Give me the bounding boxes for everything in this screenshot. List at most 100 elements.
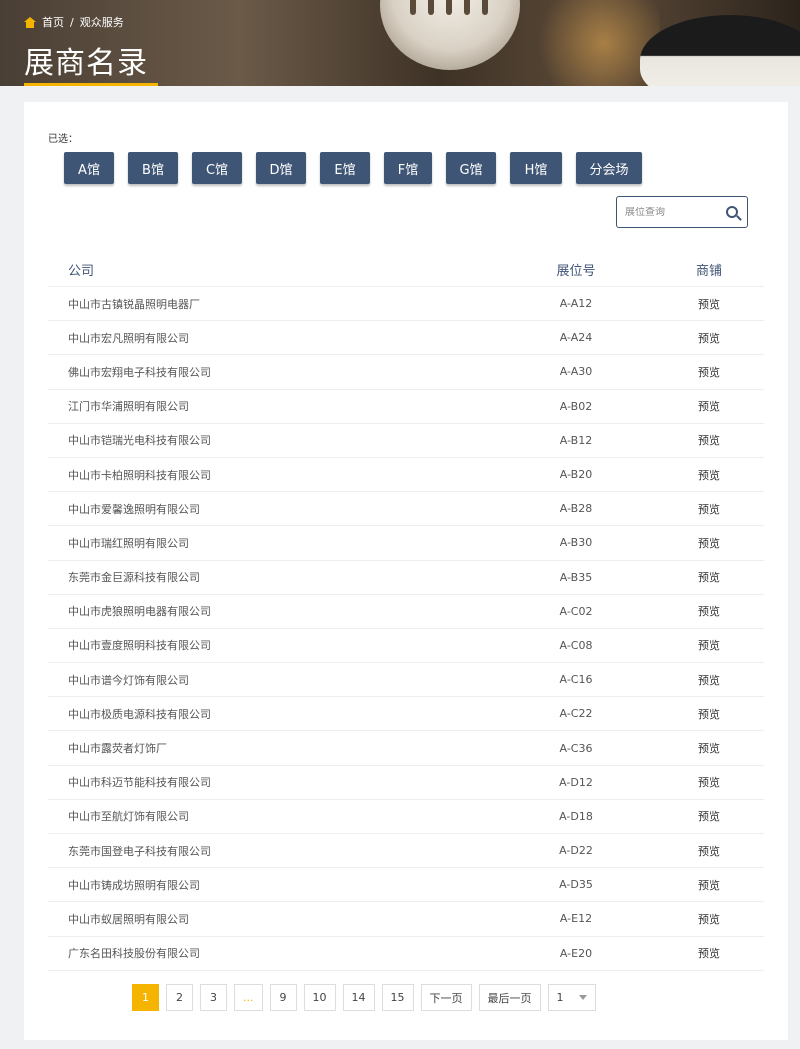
preview-link[interactable]: 预览 bbox=[634, 706, 764, 722]
preview-link[interactable]: 预览 bbox=[634, 945, 764, 961]
table-header: 公司 展位号 商铺 bbox=[48, 252, 764, 287]
selected-filter-label: 已选： bbox=[48, 134, 78, 145]
header-shop: 商铺 bbox=[695, 263, 722, 279]
preview-link[interactable]: 预览 bbox=[634, 637, 764, 653]
hall-button-e[interactable]: E馆 bbox=[320, 152, 370, 184]
company-name: 中山市蚁居照明有限公司 bbox=[68, 912, 189, 926]
exhibitor-list-card: 已选： A馆 B馆 C馆 D馆 E馆 F馆 G馆 H馆 分会场 公司 展位号 商… bbox=[24, 102, 788, 1040]
hall-button-branch[interactable]: 分会场 bbox=[576, 152, 642, 184]
preview-link[interactable]: 预览 bbox=[634, 843, 764, 859]
preview-link[interactable]: 预览 bbox=[634, 364, 764, 380]
table-row: 东莞市国登电子科技有限公司 A-D22 预览 bbox=[48, 834, 764, 869]
table-row: 中山市至航灯饰有限公司 A-D18 预览 bbox=[48, 800, 764, 834]
table-row: 江门市华浦照明有限公司 A-B02 预览 bbox=[48, 390, 764, 424]
booth-number: A-D22 bbox=[559, 844, 593, 858]
table-row: 中山市露荧者灯饰厂 A-C36 预览 bbox=[48, 731, 764, 766]
table-row: 中山市爱馨逸照明有限公司 A-B28 预览 bbox=[48, 492, 764, 527]
table-row: 中山市卡柏照明科技有限公司 A-B20 预览 bbox=[48, 458, 764, 493]
pagination: 1 2 3 ... 9 10 14 15 下一页 最后一页 1 bbox=[132, 984, 596, 1011]
breadcrumb-current[interactable]: 观众服务 bbox=[80, 14, 124, 30]
preview-link[interactable]: 预览 bbox=[634, 330, 764, 346]
preview-link[interactable]: 预览 bbox=[634, 467, 764, 483]
hall-filter-buttons: A馆 B馆 C馆 D馆 E馆 F馆 G馆 H馆 分会场 bbox=[64, 152, 642, 184]
company-name: 东莞市国登电子科技有限公司 bbox=[68, 844, 211, 858]
booth-number: A-C22 bbox=[559, 707, 593, 721]
hall-button-b[interactable]: B馆 bbox=[128, 152, 178, 184]
booth-number: A-A24 bbox=[559, 331, 593, 345]
table-row: 佛山市宏翔电子科技有限公司 A-A30 预览 bbox=[48, 355, 764, 390]
preview-link[interactable]: 预览 bbox=[634, 672, 764, 688]
company-name: 中山市铸成坊照明有限公司 bbox=[68, 878, 200, 892]
page-button-15[interactable]: 15 bbox=[381, 984, 414, 1011]
page-button-2[interactable]: 2 bbox=[166, 984, 193, 1011]
company-name: 中山市瑞红照明有限公司 bbox=[68, 536, 189, 550]
hall-button-a[interactable]: A馆 bbox=[64, 152, 114, 184]
header-company: 公司 bbox=[68, 263, 95, 279]
booth-number: A-E20 bbox=[559, 946, 593, 960]
preview-link[interactable]: 预览 bbox=[634, 398, 764, 414]
booth-number: A-B20 bbox=[559, 468, 593, 482]
table-row: 中山市科迈节能科技有限公司 A-D12 预览 bbox=[48, 766, 764, 800]
hall-button-h[interactable]: H馆 bbox=[510, 152, 562, 184]
preview-link[interactable]: 预览 bbox=[634, 296, 764, 312]
page-button-10[interactable]: 10 bbox=[303, 984, 336, 1011]
hall-button-f[interactable]: F馆 bbox=[384, 152, 432, 184]
preview-link[interactable]: 预览 bbox=[634, 603, 764, 619]
breadcrumb-separator: / bbox=[70, 15, 74, 29]
company-name: 中山市至航灯饰有限公司 bbox=[68, 810, 189, 824]
breadcrumb: 首页 / 观众服务 bbox=[24, 14, 124, 30]
banner-lamp-image bbox=[380, 0, 520, 70]
page-button-14[interactable]: 14 bbox=[342, 984, 375, 1011]
page-button-3[interactable]: 3 bbox=[200, 984, 227, 1011]
company-name: 广东名田科技股份有限公司 bbox=[68, 947, 200, 961]
hall-button-g[interactable]: G馆 bbox=[446, 152, 496, 184]
hall-button-c[interactable]: C馆 bbox=[192, 152, 242, 184]
company-name: 中山市露荧者灯饰厂 bbox=[68, 742, 167, 756]
table-row: 中山市铸成坊照明有限公司 A-D35 预览 bbox=[48, 868, 764, 903]
preview-link[interactable]: 预览 bbox=[634, 535, 764, 551]
preview-link[interactable]: 预览 bbox=[634, 501, 764, 517]
next-page-button[interactable]: 下一页 bbox=[420, 984, 472, 1011]
page-banner: 首页 / 观众服务 展商名录 bbox=[0, 0, 800, 86]
table-row: 中山市极质电源科技有限公司 A-C22 预览 bbox=[48, 697, 764, 732]
exhibitor-table: 公司 展位号 商铺 中山市古镇锐晶照明电器厂 A-A12 预览 中山市宏凡照明有限公司… bbox=[48, 252, 764, 971]
page-button-9[interactable]: 9 bbox=[269, 984, 297, 1011]
table-row: 中山市壹度照明科技有限公司 A-C08 预览 bbox=[48, 629, 764, 664]
preview-link[interactable]: 预览 bbox=[634, 740, 764, 756]
preview-link[interactable]: 预览 bbox=[634, 432, 764, 448]
hall-button-d[interactable]: D馆 bbox=[256, 152, 306, 184]
preview-link[interactable]: 预览 bbox=[634, 911, 764, 927]
booth-number: A-C08 bbox=[559, 638, 593, 652]
preview-link[interactable]: 预览 bbox=[634, 774, 764, 790]
booth-number: A-A12 bbox=[559, 297, 593, 311]
table-body: 中山市古镇锐晶照明电器厂 A-A12 预览 中山市宏凡照明有限公司 A-A24 预览 佛山市… bbox=[48, 287, 764, 971]
company-name: 中山市铠瑞光电科技有限公司 bbox=[68, 434, 211, 448]
company-name: 中山市科迈节能科技有限公司 bbox=[68, 776, 211, 790]
booth-number: A-B30 bbox=[559, 536, 593, 550]
table-row: 中山市瑞红照明有限公司 A-B30 预览 bbox=[48, 526, 764, 561]
booth-number: A-C02 bbox=[559, 604, 593, 618]
booth-number: A-A30 bbox=[559, 365, 593, 379]
booth-number: A-B28 bbox=[559, 502, 593, 516]
page-button-1[interactable]: 1 bbox=[132, 984, 159, 1011]
preview-link[interactable]: 预览 bbox=[634, 877, 764, 893]
search-icon[interactable] bbox=[726, 206, 738, 218]
booth-number: A-D18 bbox=[559, 809, 593, 823]
preview-link[interactable]: 预览 bbox=[634, 569, 764, 585]
breadcrumb-home[interactable]: 首页 bbox=[42, 14, 64, 30]
booth-search-input[interactable] bbox=[625, 206, 721, 218]
table-row: 中山市虎狼照明电器有限公司 A-C02 预览 bbox=[48, 595, 764, 629]
company-name: 中山市极质电源科技有限公司 bbox=[68, 707, 211, 721]
company-name: 中山市壹度照明科技有限公司 bbox=[68, 639, 211, 653]
table-row: 中山市宏凡照明有限公司 A-A24 预览 bbox=[48, 321, 764, 356]
preview-link[interactable]: 预览 bbox=[634, 808, 764, 824]
company-name: 中山市爱馨逸照明有限公司 bbox=[68, 502, 200, 516]
booth-number: A-B02 bbox=[559, 399, 593, 413]
page-jump-value: 1 bbox=[556, 991, 564, 1004]
page-jump-select[interactable]: 1 bbox=[547, 984, 596, 1011]
booth-number: A-B35 bbox=[559, 570, 593, 584]
company-name: 佛山市宏翔电子科技有限公司 bbox=[68, 365, 211, 379]
table-row: 中山市谱今灯饰有限公司 A-C16 预览 bbox=[48, 663, 764, 698]
page-title: 展商名录 bbox=[24, 46, 148, 81]
last-page-button[interactable]: 最后一页 bbox=[478, 984, 541, 1011]
